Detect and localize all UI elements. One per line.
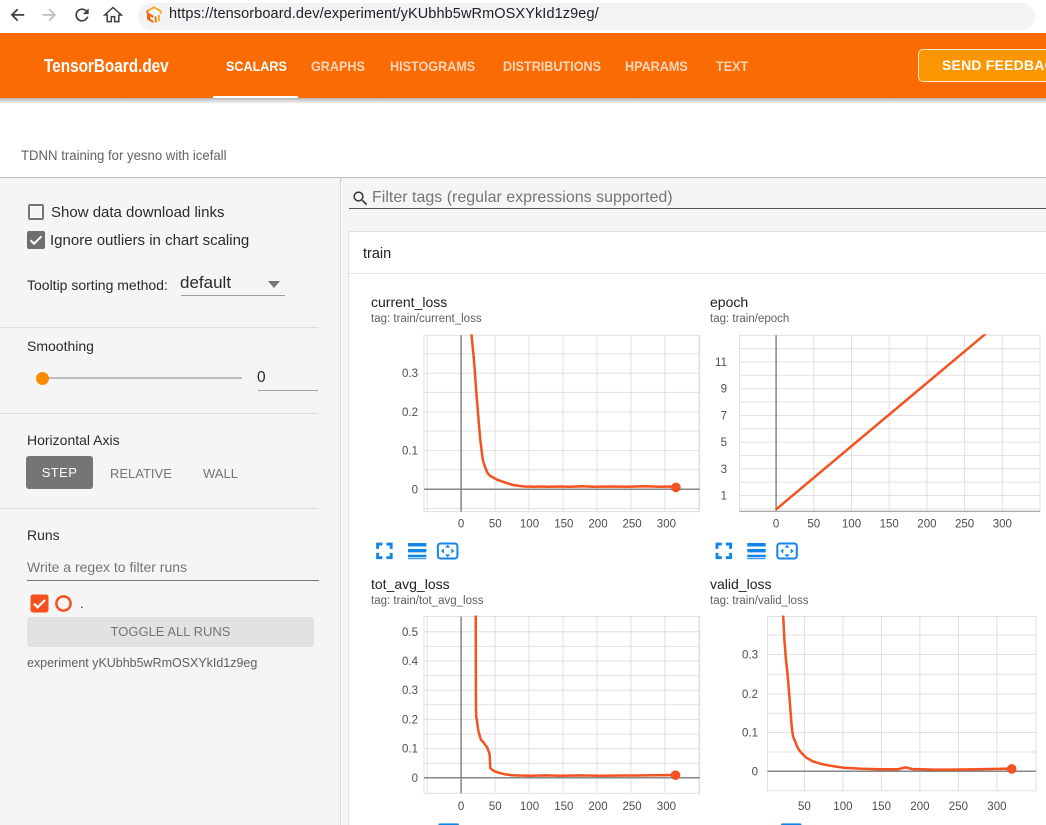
svg-text:200: 200 [588,519,607,531]
svg-text:150: 150 [872,801,891,813]
svg-text:0: 0 [773,519,779,531]
svg-text:200: 200 [917,519,936,531]
svg-text:100: 100 [833,801,852,813]
svg-text:150: 150 [554,519,573,531]
svg-text:tag: train/tot_avg_loss: tag: train/tot_avg_loss [371,595,484,607]
svg-text:current_loss: current_loss [371,294,447,310]
svg-text:9: 9 [721,384,727,396]
svg-text:tag: train/current_loss: tag: train/current_loss [371,313,482,325]
svg-text:0.2: 0.2 [742,689,758,701]
svg-text:100: 100 [842,519,861,531]
svg-text:100: 100 [520,801,539,813]
svg-text:0.1: 0.1 [742,728,758,740]
svg-text:250: 250 [955,519,974,531]
svg-text:0: 0 [752,766,758,778]
svg-text:1: 1 [721,491,727,503]
svg-text:150: 150 [554,801,573,813]
svg-text:tag: train/epoch: tag: train/epoch [710,313,789,325]
svg-text:250: 250 [949,801,968,813]
svg-text:200: 200 [910,801,929,813]
svg-text:3: 3 [721,464,727,476]
svg-text:0.1: 0.1 [402,744,418,756]
svg-text:50: 50 [807,519,820,531]
svg-text:0: 0 [412,484,418,496]
svg-text:0.3: 0.3 [402,685,418,697]
svg-text:0.2: 0.2 [402,714,418,726]
svg-text:50: 50 [489,801,502,813]
svg-text:0: 0 [412,773,418,785]
svg-text:300: 300 [657,519,676,531]
svg-text:0.1: 0.1 [402,446,418,458]
svg-text:0.3: 0.3 [402,368,418,380]
svg-text:epoch: epoch [710,294,748,310]
svg-text:tag: train/valid_loss: tag: train/valid_loss [710,595,809,607]
svg-text:300: 300 [987,801,1006,813]
svg-text:0.5: 0.5 [402,627,418,639]
svg-text:250: 250 [623,801,642,813]
svg-text:tot_avg_loss: tot_avg_loss [371,576,450,592]
svg-text:0: 0 [458,519,464,531]
svg-text:300: 300 [657,801,676,813]
svg-text:250: 250 [623,519,642,531]
svg-text:0: 0 [458,801,464,813]
svg-text:50: 50 [489,519,502,531]
svg-text:100: 100 [520,519,539,531]
svg-text:200: 200 [588,801,607,813]
svg-text:valid_loss: valid_loss [710,576,771,592]
svg-text:0.4: 0.4 [402,656,419,668]
svg-text:7: 7 [721,410,727,422]
svg-text:0.3: 0.3 [742,650,758,662]
svg-text:300: 300 [993,519,1012,531]
svg-text:150: 150 [880,519,899,531]
svg-text:5: 5 [721,437,727,449]
svg-text:0.2: 0.2 [402,407,418,419]
svg-text:50: 50 [798,801,811,813]
svg-text:11: 11 [715,357,727,369]
